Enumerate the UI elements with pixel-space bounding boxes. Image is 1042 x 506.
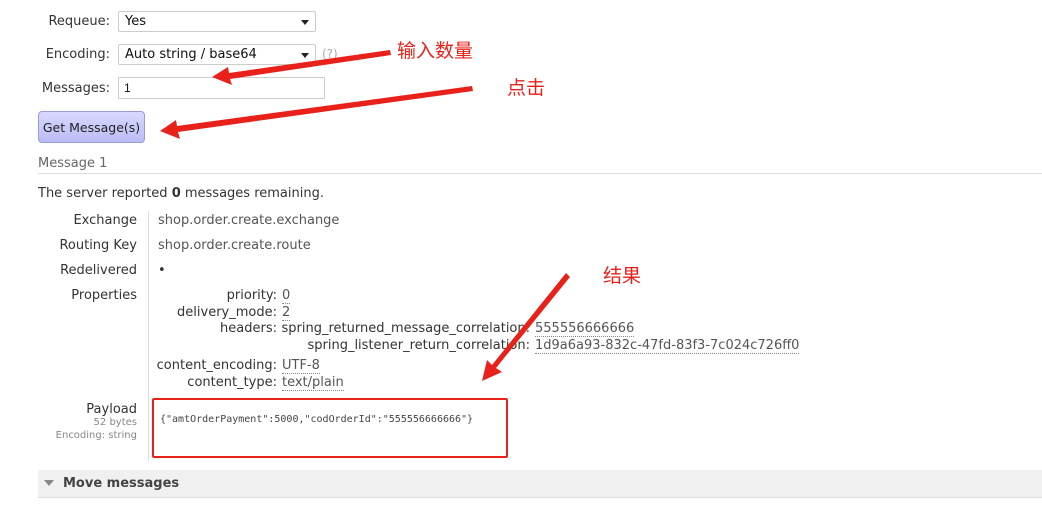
arrow-icon: [212, 50, 391, 85]
arrow-icon: [482, 273, 570, 381]
annotation-result: 结果: [603, 265, 642, 287]
annotation-input-count: 输入数量: [397, 40, 474, 62]
annotation-click: 点击: [507, 77, 546, 99]
arrow-icon: [160, 86, 473, 139]
